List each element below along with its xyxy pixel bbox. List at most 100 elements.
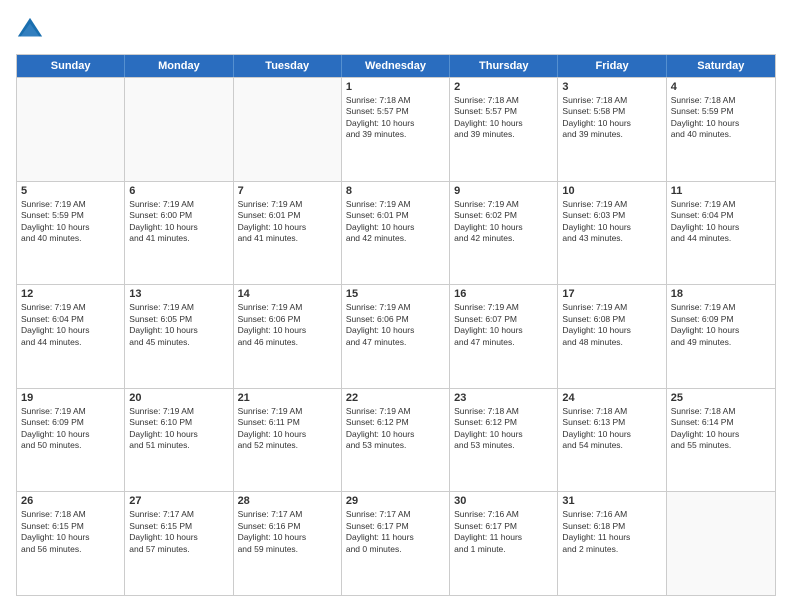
day-cell: 31 Sunrise: 7:16 AM Sunset: 6:18 PM Dayli… [558,492,666,595]
day-info: Sunrise: 7:17 AM Sunset: 6:17 PM Dayligh… [346,509,445,555]
day-cell: 25Sunrise: 7:18 AM Sunset: 6:14 PM Dayli… [667,389,775,492]
day-cell: 22Sunrise: 7:19 AM Sunset: 6:12 PM Dayli… [342,389,450,492]
empty-cell [667,492,775,595]
day-info: Sunrise: 7:19 AM Sunset: 6:09 PM Dayligh… [671,302,771,348]
day-info: Sunrise: 7:19 AM Sunset: 6:04 PM Dayligh… [671,199,771,245]
day-number: 16 [454,288,553,300]
day-cell: 11 Sunrise: 7:19 AM Sunset: 6:04 PM Dayli… [667,182,775,285]
day-info: Sunrise: 7:17 AM Sunset: 6:16 PM Dayligh… [238,509,337,555]
calendar-row: 1 Sunrise: 7:18 AM Sunset: 5:57 PM Daylig… [17,77,775,181]
day-info: Sunrise: 7:19 AM Sunset: 6:05 PM Dayligh… [129,302,228,348]
day-info: Sunrise: 7:18 AM Sunset: 6:12 PM Dayligh… [454,406,553,452]
day-number: 28 [238,495,337,507]
day-cell: 20 Sunrise: 7:19 AM Sunset: 6:10 PM Dayli… [125,389,233,492]
day-cell: 4 Sunrise: 7:18 AM Sunset: 5:59 PM Daylig… [667,78,775,181]
day-number: 20 [129,392,228,404]
day-info: Sunrise: 7:18 AM Sunset: 5:58 PM Dayligh… [562,95,661,141]
header-day: Tuesday [234,55,342,77]
day-info: Sunrise: 7:18 AM Sunset: 5:57 PM Dayligh… [454,95,553,141]
day-number: 1 [346,81,445,93]
day-info: Sunrise: 7:19 AM Sunset: 6:10 PM Dayligh… [129,406,228,452]
day-number: 15 [346,288,445,300]
day-cell: 17 Sunrise: 7:19 AM Sunset: 6:08 PM Dayli… [558,285,666,388]
day-cell: 30 Sunrise: 7:16 AM Sunset: 6:17 PM Dayli… [450,492,558,595]
day-info: Sunrise: 7:19 AM Sunset: 6:00 PM Dayligh… [129,199,228,245]
day-info: Sunrise: 7:19 AM Sunset: 6:08 PM Dayligh… [562,302,661,348]
header [16,16,776,44]
day-number: 17 [562,288,661,300]
day-cell: 14Sunrise: 7:19 AM Sunset: 6:06 PM Dayli… [234,285,342,388]
day-info: Sunrise: 7:19 AM Sunset: 6:03 PM Dayligh… [562,199,661,245]
day-cell: 27 Sunrise: 7:17 AM Sunset: 6:15 PM Dayli… [125,492,233,595]
day-number: 13 [129,288,228,300]
day-number: 14 [238,288,337,300]
calendar-row: 12Sunrise: 7:19 AM Sunset: 6:04 PM Dayli… [17,284,775,388]
day-number: 4 [671,81,771,93]
empty-cell [234,78,342,181]
day-cell: 10Sunrise: 7:19 AM Sunset: 6:03 PM Dayli… [558,182,666,285]
day-info: Sunrise: 7:16 AM Sunset: 6:18 PM Dayligh… [562,509,661,555]
day-number: 30 [454,495,553,507]
day-info: Sunrise: 7:18 AM Sunset: 6:15 PM Dayligh… [21,509,120,555]
day-number: 21 [238,392,337,404]
day-cell: 18 Sunrise: 7:19 AM Sunset: 6:09 PM Dayli… [667,285,775,388]
logo [16,16,48,44]
day-info: Sunrise: 7:18 AM Sunset: 6:13 PM Dayligh… [562,406,661,452]
day-info: Sunrise: 7:18 AM Sunset: 5:57 PM Dayligh… [346,95,445,141]
day-number: 31 [562,495,661,507]
day-cell: 29 Sunrise: 7:17 AM Sunset: 6:17 PM Dayli… [342,492,450,595]
day-cell: 7 Sunrise: 7:19 AM Sunset: 6:01 PM Daylig… [234,182,342,285]
calendar-header: SundayMondayTuesdayWednesdayThursdayFrid… [17,55,775,77]
day-cell: 3 Sunrise: 7:18 AM Sunset: 5:58 PM Daylig… [558,78,666,181]
empty-cell [125,78,233,181]
day-cell: 24 Sunrise: 7:18 AM Sunset: 6:13 PM Dayli… [558,389,666,492]
day-number: 11 [671,185,771,197]
day-number: 6 [129,185,228,197]
day-cell: 19 Sunrise: 7:19 AM Sunset: 6:09 PM Dayli… [17,389,125,492]
day-info: Sunrise: 7:18 AM Sunset: 6:14 PM Dayligh… [671,406,771,452]
day-number: 2 [454,81,553,93]
day-cell: 8Sunrise: 7:19 AM Sunset: 6:01 PM Daylig… [342,182,450,285]
day-cell: 2 Sunrise: 7:18 AM Sunset: 5:57 PM Daylig… [450,78,558,181]
day-number: 9 [454,185,553,197]
calendar-body: 1 Sunrise: 7:18 AM Sunset: 5:57 PM Daylig… [17,77,775,595]
day-cell: 15 Sunrise: 7:19 AM Sunset: 6:06 PM Dayli… [342,285,450,388]
day-info: Sunrise: 7:16 AM Sunset: 6:17 PM Dayligh… [454,509,553,555]
empty-cell [17,78,125,181]
day-info: Sunrise: 7:19 AM Sunset: 6:09 PM Dayligh… [21,406,120,452]
header-day: Wednesday [342,55,450,77]
day-cell: 21 Sunrise: 7:19 AM Sunset: 6:11 PM Dayli… [234,389,342,492]
day-cell: 13 Sunrise: 7:19 AM Sunset: 6:05 PM Dayli… [125,285,233,388]
calendar-row: 26 Sunrise: 7:18 AM Sunset: 6:15 PM Dayli… [17,491,775,595]
header-day: Thursday [450,55,558,77]
day-number: 24 [562,392,661,404]
day-info: Sunrise: 7:19 AM Sunset: 6:01 PM Dayligh… [238,199,337,245]
day-number: 3 [562,81,661,93]
calendar-row: 5 Sunrise: 7:19 AM Sunset: 5:59 PM Daylig… [17,181,775,285]
day-info: Sunrise: 7:19 AM Sunset: 6:02 PM Dayligh… [454,199,553,245]
day-cell: 28 Sunrise: 7:17 AM Sunset: 6:16 PM Dayli… [234,492,342,595]
day-number: 26 [21,495,120,507]
day-info: Sunrise: 7:19 AM Sunset: 6:06 PM Dayligh… [346,302,445,348]
day-cell: 26 Sunrise: 7:18 AM Sunset: 6:15 PM Dayli… [17,492,125,595]
day-info: Sunrise: 7:17 AM Sunset: 6:15 PM Dayligh… [129,509,228,555]
day-number: 12 [21,288,120,300]
logo-icon [16,16,44,44]
day-cell: 9 Sunrise: 7:19 AM Sunset: 6:02 PM Daylig… [450,182,558,285]
day-cell: 6 Sunrise: 7:19 AM Sunset: 6:00 PM Daylig… [125,182,233,285]
day-number: 29 [346,495,445,507]
day-cell: 1 Sunrise: 7:18 AM Sunset: 5:57 PM Daylig… [342,78,450,181]
day-info: Sunrise: 7:18 AM Sunset: 5:59 PM Dayligh… [671,95,771,141]
day-number: 19 [21,392,120,404]
header-day: Saturday [667,55,775,77]
day-info: Sunrise: 7:19 AM Sunset: 6:01 PM Dayligh… [346,199,445,245]
day-info: Sunrise: 7:19 AM Sunset: 5:59 PM Dayligh… [21,199,120,245]
page: SundayMondayTuesdayWednesdayThursdayFrid… [0,0,792,612]
day-number: 27 [129,495,228,507]
day-cell: 5 Sunrise: 7:19 AM Sunset: 5:59 PM Daylig… [17,182,125,285]
day-number: 7 [238,185,337,197]
day-number: 5 [21,185,120,197]
calendar-row: 19 Sunrise: 7:19 AM Sunset: 6:09 PM Dayli… [17,388,775,492]
day-info: Sunrise: 7:19 AM Sunset: 6:11 PM Dayligh… [238,406,337,452]
day-number: 18 [671,288,771,300]
